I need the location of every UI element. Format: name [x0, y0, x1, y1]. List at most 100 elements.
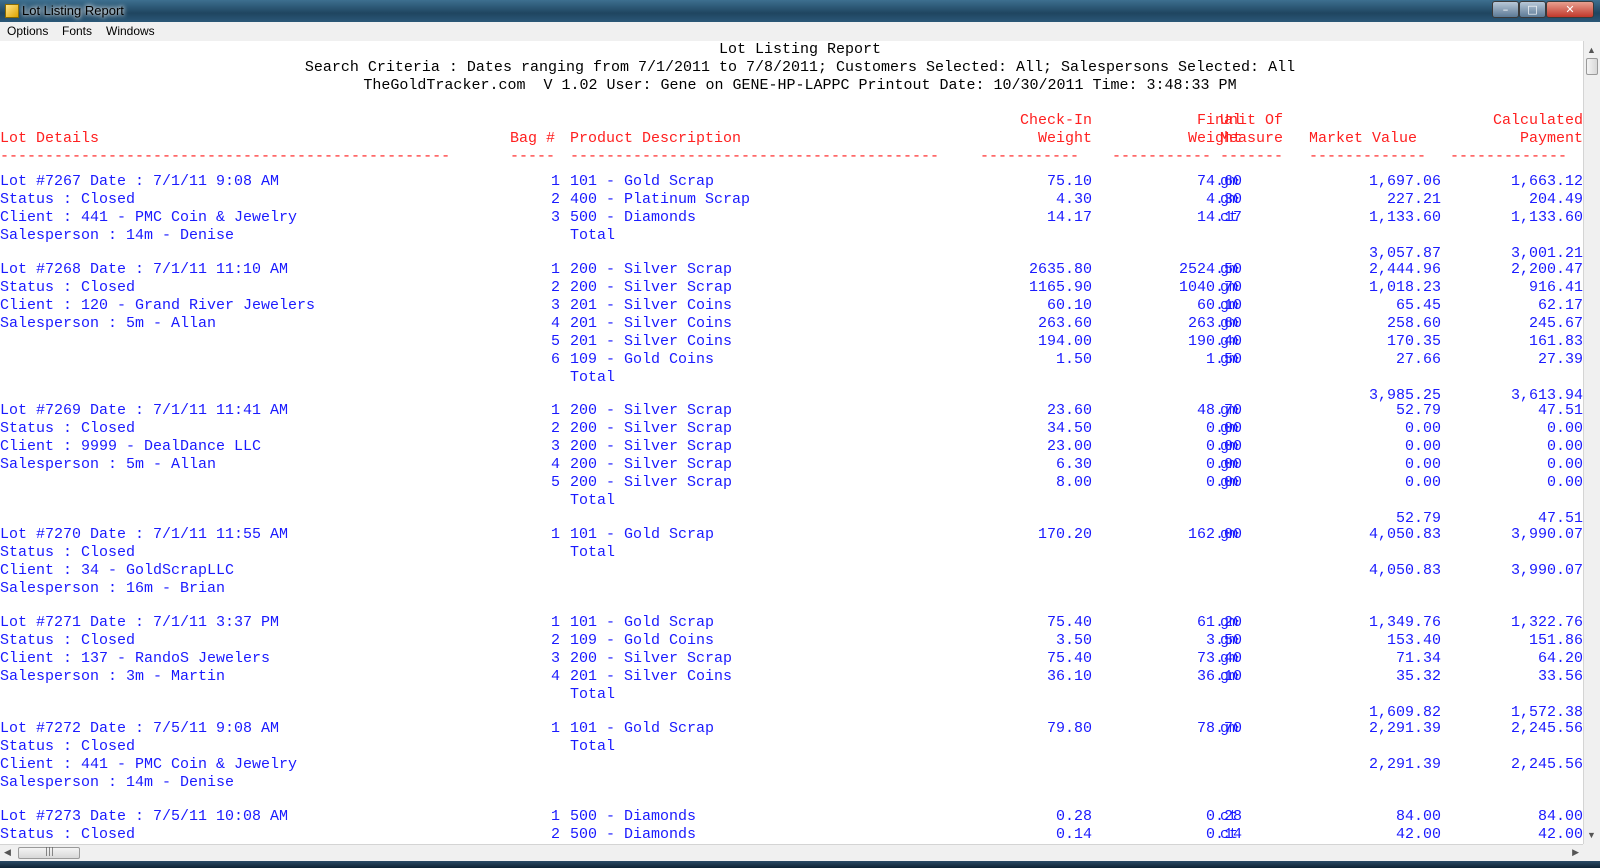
separator: -------------	[1450, 148, 1568, 165]
report-info: TheGoldTracker.com V 1.02 User: Gene on …	[363, 77, 1237, 94]
item-bag-number: 1	[550, 173, 560, 190]
item-unit: gm	[1220, 173, 1239, 190]
item-product: 200 - Silver Scrap	[570, 261, 733, 278]
vertical-scroll-thumb[interactable]	[1586, 58, 1598, 75]
item-payment: 0.00	[1546, 474, 1583, 491]
item-payment: 161.83	[1528, 333, 1583, 350]
minimize-button[interactable]: –	[1492, 1, 1519, 18]
item-payment: 84.00	[1537, 808, 1583, 825]
close-button[interactable]: ✕	[1546, 1, 1594, 18]
item-bag-number: 2	[550, 420, 560, 437]
item-checkin-weight: 23.60	[1046, 402, 1092, 419]
menu-fonts[interactable]: Fonts	[62, 24, 92, 38]
lot-status: Status : Closed	[0, 826, 136, 843]
item-market-value: 0.00	[1404, 456, 1441, 473]
lot-salesperson: Salesperson : 5m - Allan	[0, 315, 217, 332]
separator: -------	[1220, 148, 1284, 165]
item-product: 101 - Gold Scrap	[570, 720, 715, 737]
lot-client: Client : 120 - Grand River Jewelers	[0, 297, 316, 314]
menu-options[interactable]: Options	[7, 24, 48, 38]
item-bag-number: 4	[550, 315, 560, 332]
item-product: 201 - Silver Coins	[570, 333, 733, 350]
lot-salesperson: Salesperson : 16m - Brian	[0, 580, 226, 597]
menu-windows[interactable]: Windows	[106, 24, 155, 38]
item-payment: 204.49	[1528, 191, 1583, 208]
item-unit: gm	[1220, 420, 1239, 437]
item-bag-number: 2	[550, 191, 560, 208]
item-checkin-weight: 194.00	[1037, 333, 1092, 350]
item-unit: gm	[1220, 614, 1239, 631]
item-product: 200 - Silver Scrap	[570, 420, 733, 437]
item-unit: gm	[1220, 474, 1239, 491]
item-unit: ct	[1220, 808, 1239, 825]
lot-total-label: Total	[570, 492, 616, 509]
grip-icon: |||	[45, 847, 55, 857]
item-unit: ct	[1220, 209, 1239, 226]
vertical-scrollbar[interactable]: ▲ ▼	[1583, 41, 1600, 844]
scroll-left-icon[interactable]: ◀	[4, 847, 11, 858]
item-checkin-weight: 0.28	[1055, 808, 1092, 825]
lot-salesperson: Salesperson : 3m - Martin	[0, 668, 226, 685]
item-bag-number: 1	[550, 720, 560, 737]
scroll-up-icon[interactable]: ▲	[1587, 45, 1596, 55]
item-product: 201 - Silver Coins	[570, 297, 733, 314]
maximize-button[interactable]: □	[1519, 1, 1546, 18]
lot-status: Status : Closed	[0, 279, 136, 296]
item-product: 500 - Diamonds	[570, 209, 697, 226]
col-checkin-header-1: Check-In	[1019, 112, 1092, 129]
item-market-value: 27.66	[1395, 351, 1441, 368]
lot-header: Lot #7269 Date : 7/1/11 11:41 AM	[0, 402, 289, 419]
item-market-value: 258.60	[1386, 315, 1441, 332]
item-unit: gm	[1220, 632, 1239, 649]
report-viewport[interactable]: Lot Listing Report Search Criteria : Dat…	[0, 41, 1583, 844]
item-product: 200 - Silver Scrap	[570, 456, 733, 473]
item-unit: gm	[1220, 668, 1239, 685]
item-market-value: 84.00	[1395, 808, 1441, 825]
item-checkin-weight: 79.80	[1046, 720, 1092, 737]
item-bag-number: 3	[550, 438, 560, 455]
col-checkin-header-2: Weight	[1037, 130, 1092, 147]
item-market-value: 1,133.60	[1368, 209, 1441, 226]
lot-total-market: 4,050.83	[1368, 562, 1441, 579]
lot-client: Client : 441 - PMC Coin & Jewelry	[0, 209, 298, 226]
menu-bar: Options Fonts Windows	[0, 22, 1600, 42]
item-unit: gm	[1220, 297, 1239, 314]
item-market-value: 0.00	[1404, 438, 1441, 455]
item-payment: 33.56	[1537, 668, 1583, 685]
lot-total-label: Total	[570, 544, 616, 561]
item-product: 200 - Silver Scrap	[570, 438, 733, 455]
item-unit: gm	[1220, 456, 1239, 473]
scroll-right-icon[interactable]: ▶	[1572, 847, 1579, 858]
separator: ----------------------------------------…	[0, 148, 451, 165]
window-title: Lot Listing Report	[22, 3, 124, 18]
scroll-down-icon[interactable]: ▼	[1587, 830, 1596, 840]
item-checkin-weight: 1165.90	[1028, 279, 1092, 296]
item-checkin-weight: 170.20	[1037, 526, 1092, 543]
item-payment: 62.17	[1537, 297, 1583, 314]
item-market-value: 1,349.76	[1368, 614, 1441, 631]
search-criteria: Search Criteria : Dates ranging from 7/1…	[304, 59, 1296, 76]
item-payment: 245.67	[1528, 315, 1583, 332]
item-bag-number: 1	[550, 808, 560, 825]
item-market-value: 0.00	[1404, 420, 1441, 437]
separator: -----------	[1112, 148, 1212, 165]
horizontal-scrollbar[interactable]: ◀ ||| ▶	[0, 844, 1583, 861]
item-payment: 0.00	[1546, 456, 1583, 473]
lot-client: Client : 34 - GoldScrapLLC	[0, 562, 235, 579]
title-bar[interactable]: Lot Listing Report – □ ✕	[0, 0, 1600, 22]
item-unit: gm	[1220, 191, 1239, 208]
item-product: 109 - Gold Coins	[570, 632, 715, 649]
item-checkin-weight: 36.10	[1046, 668, 1092, 685]
item-unit: gm	[1220, 438, 1239, 455]
horizontal-scroll-thumb[interactable]: |||	[18, 847, 80, 859]
item-market-value: 0.00	[1404, 474, 1441, 491]
item-market-value: 35.32	[1395, 668, 1441, 685]
item-checkin-weight: 0.14	[1055, 826, 1092, 843]
item-unit: gm	[1220, 402, 1239, 419]
item-market-value: 65.45	[1395, 297, 1441, 314]
item-checkin-weight: 14.17	[1046, 209, 1092, 226]
lot-total-label: Total	[570, 369, 616, 386]
item-bag-number: 5	[550, 474, 560, 491]
lot-header: Lot #7271 Date : 7/1/11 3:37 PM	[0, 614, 280, 631]
item-unit: gm	[1220, 650, 1239, 667]
